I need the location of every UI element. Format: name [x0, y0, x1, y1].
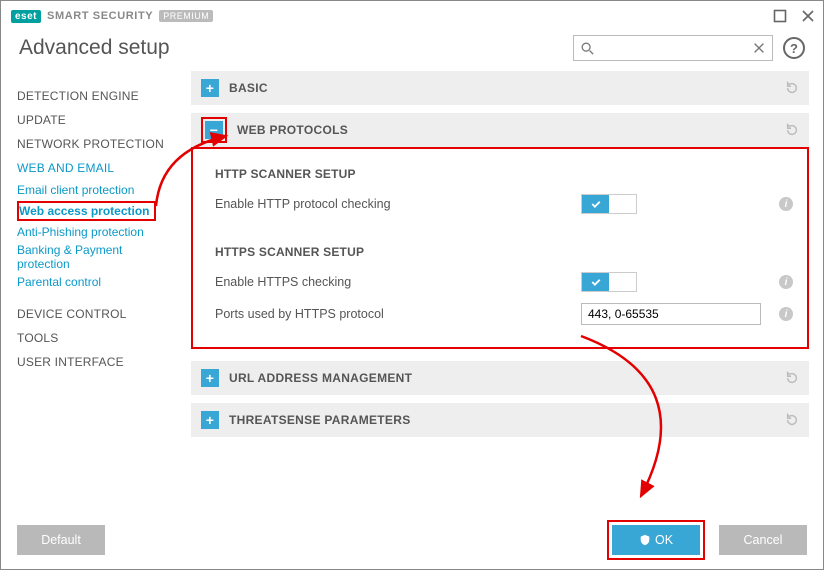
sidebar: DETECTION ENGINE UPDATE NETWORK PROTECTI…: [1, 71, 191, 505]
http-scanner-heading: HTTP SCANNER SETUP: [215, 167, 793, 181]
info-http-icon[interactable]: i: [779, 197, 793, 211]
shield-icon: [639, 534, 651, 546]
footer: Default OK Cancel: [1, 511, 823, 569]
clear-search-icon[interactable]: [752, 41, 766, 55]
expand-basic-icon[interactable]: +: [201, 79, 219, 97]
enable-https-toggle[interactable]: [581, 272, 637, 292]
sidebar-item-web-and-email[interactable]: WEB AND EMAIL: [17, 161, 191, 175]
reset-web-protocols-icon[interactable]: [785, 123, 799, 137]
ok-button[interactable]: OK: [612, 525, 700, 555]
cancel-button[interactable]: Cancel: [719, 525, 807, 555]
panel-threatsense-label: THREATSENSE PARAMETERS: [229, 413, 411, 427]
panel-basic-label: BASIC: [229, 81, 268, 95]
maximize-icon[interactable]: [773, 9, 787, 23]
brand-logo: eset: [11, 10, 41, 23]
https-scanner-heading: HTTPS SCANNER SETUP: [215, 245, 793, 259]
titlebar: eset SMART SECURITY PREMIUM: [1, 1, 823, 29]
search-box[interactable]: [573, 35, 773, 61]
brand-badge: PREMIUM: [159, 10, 213, 22]
check-icon: [590, 198, 602, 210]
brand-block: eset SMART SECURITY PREMIUM: [11, 10, 213, 23]
header-row: Advanced setup ?: [1, 29, 823, 71]
sidebar-item-device-control[interactable]: DEVICE CONTROL: [17, 307, 191, 321]
web-protocols-body: HTTP SCANNER SETUP Enable HTTP protocol …: [191, 147, 809, 349]
panel-url-address-management[interactable]: + URL ADDRESS MANAGEMENT: [191, 361, 809, 395]
help-icon[interactable]: ?: [783, 37, 805, 59]
brand-name: SMART SECURITY: [47, 10, 153, 22]
info-https-icon[interactable]: i: [779, 275, 793, 289]
sidebar-item-network-protection[interactable]: NETWORK PROTECTION: [17, 137, 191, 151]
sidebar-item-tools[interactable]: TOOLS: [17, 331, 191, 345]
enable-http-toggle[interactable]: [581, 194, 637, 214]
ok-button-label: OK: [655, 533, 673, 547]
reset-threatsense-icon[interactable]: [785, 413, 799, 427]
collapse-web-protocols-icon[interactable]: −: [205, 121, 223, 139]
sidebar-sub-banking-payment[interactable]: Banking & Payment protection: [17, 243, 147, 271]
panel-url-mgmt-label: URL ADDRESS MANAGEMENT: [229, 371, 412, 385]
sidebar-sub-email-client-protection[interactable]: Email client protection: [17, 183, 191, 197]
page-title: Advanced setup: [19, 36, 170, 60]
enable-https-label: Enable HTTPS checking: [215, 275, 581, 289]
close-icon[interactable]: [801, 9, 815, 23]
annotation-highlight-ok: OK: [607, 520, 705, 560]
sidebar-sub-parental-control[interactable]: Parental control: [17, 275, 191, 289]
search-input[interactable]: [594, 41, 752, 55]
panel-web-protocols[interactable]: − WEB PROTOCOLS: [191, 113, 809, 147]
expand-threatsense-icon[interactable]: +: [201, 411, 219, 429]
sidebar-sub-anti-phishing[interactable]: Anti-Phishing protection: [17, 225, 191, 239]
annotation-highlight-web-access: Web access protection: [17, 201, 156, 221]
reset-basic-icon[interactable]: [785, 81, 799, 95]
expand-url-mgmt-icon[interactable]: +: [201, 369, 219, 387]
panel-threatsense[interactable]: + THREATSENSE PARAMETERS: [191, 403, 809, 437]
search-icon: [580, 41, 594, 55]
panel-web-protocols-label: WEB PROTOCOLS: [237, 123, 348, 137]
content-area: + BASIC − WEB PROTOCOLS HTTP SCANNER SET…: [191, 71, 823, 505]
https-ports-label: Ports used by HTTPS protocol: [215, 307, 581, 321]
reset-url-mgmt-icon[interactable]: [785, 371, 799, 385]
panel-basic[interactable]: + BASIC: [191, 71, 809, 105]
enable-http-label: Enable HTTP protocol checking: [215, 197, 581, 211]
check-icon: [590, 276, 602, 288]
sidebar-item-user-interface[interactable]: USER INTERFACE: [17, 355, 191, 369]
sidebar-sub-web-access-protection[interactable]: Web access protection: [19, 204, 150, 218]
advanced-setup-window: eset SMART SECURITY PREMIUM Advanced set…: [0, 0, 824, 570]
annotation-highlight-collapse: −: [201, 117, 227, 143]
sidebar-item-update[interactable]: UPDATE: [17, 113, 191, 127]
sidebar-item-detection-engine[interactable]: DETECTION ENGINE: [17, 89, 191, 103]
info-https-ports-icon[interactable]: i: [779, 307, 793, 321]
https-ports-input[interactable]: [581, 303, 761, 325]
default-button[interactable]: Default: [17, 525, 105, 555]
